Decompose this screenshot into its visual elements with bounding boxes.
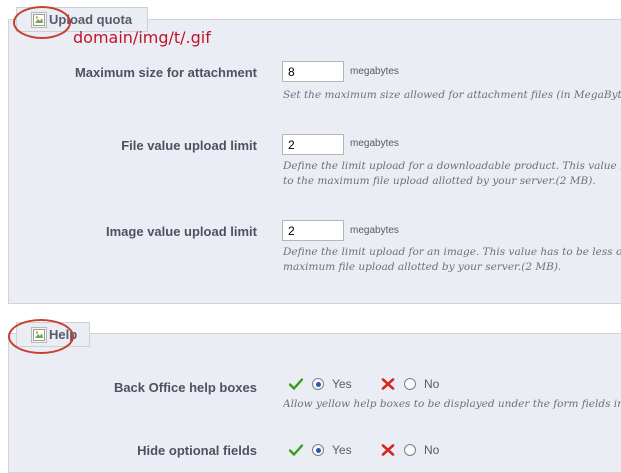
cross-icon <box>381 378 395 390</box>
help-title: Help <box>49 327 78 342</box>
help-legend: Help <box>16 322 90 347</box>
file-upload-limit-unit: megabytes <box>350 138 399 149</box>
hide-optional-yes-option[interactable]: Yes <box>289 443 352 457</box>
file-upload-limit-hint-line1: Define the limit upload for a downloadab… <box>283 160 621 172</box>
back-office-help-no-label: No <box>424 377 440 391</box>
image-upload-limit-hint-line2: maximum file upload allotted by your ser… <box>283 261 562 273</box>
hide-optional-fields-label: Hide optional fields <box>137 443 257 458</box>
broken-image-icon <box>31 11 47 28</box>
check-icon <box>289 444 303 456</box>
image-upload-limit-hint: Define the limit upload for an image. Th… <box>283 245 621 275</box>
image-upload-limit-label: Image value upload limit <box>106 224 257 239</box>
max-attachment-unit: megabytes <box>350 66 399 77</box>
file-upload-limit-input[interactable] <box>282 134 344 155</box>
back-office-help-yes-label: Yes <box>332 377 352 391</box>
image-upload-limit-unit: megabytes <box>350 225 399 236</box>
max-attachment-input[interactable] <box>282 61 344 82</box>
back-office-help-yes-radio[interactable] <box>312 378 324 390</box>
hide-optional-no-radio[interactable] <box>404 444 416 456</box>
back-office-help-label: Back Office help boxes <box>113 380 257 395</box>
max-attachment-hint: Set the maximum size allowed for attachm… <box>283 89 621 101</box>
max-attachment-label: Maximum size for attachment <box>74 65 257 80</box>
back-office-help-no-radio[interactable] <box>404 378 416 390</box>
image-upload-limit-hint-line1: Define the limit upload for an image. Th… <box>283 246 621 258</box>
annotation-text: domain/img/t/.gif <box>73 28 211 47</box>
cross-icon <box>381 444 395 456</box>
back-office-help-no-option[interactable]: No <box>381 377 439 391</box>
file-upload-limit-label: File value upload limit <box>121 138 257 153</box>
hide-optional-yes-radio[interactable] <box>312 444 324 456</box>
hide-optional-no-label: No <box>424 443 440 457</box>
file-upload-limit-hint-line2: to the maximum file upload allotted by y… <box>283 175 596 187</box>
check-icon <box>289 378 303 390</box>
image-upload-limit-input[interactable] <box>282 220 344 241</box>
hide-optional-no-option[interactable]: No <box>381 443 439 457</box>
back-office-help-yes-option[interactable]: Yes <box>289 377 352 391</box>
broken-image-icon <box>31 326 47 343</box>
file-upload-limit-hint: Define the limit upload for a downloadab… <box>283 159 621 189</box>
upload-quota-title: Upload quota <box>49 12 133 27</box>
back-office-help-hint: Allow yellow help boxes to be displayed … <box>283 398 621 410</box>
hide-optional-yes-label: Yes <box>332 443 352 457</box>
